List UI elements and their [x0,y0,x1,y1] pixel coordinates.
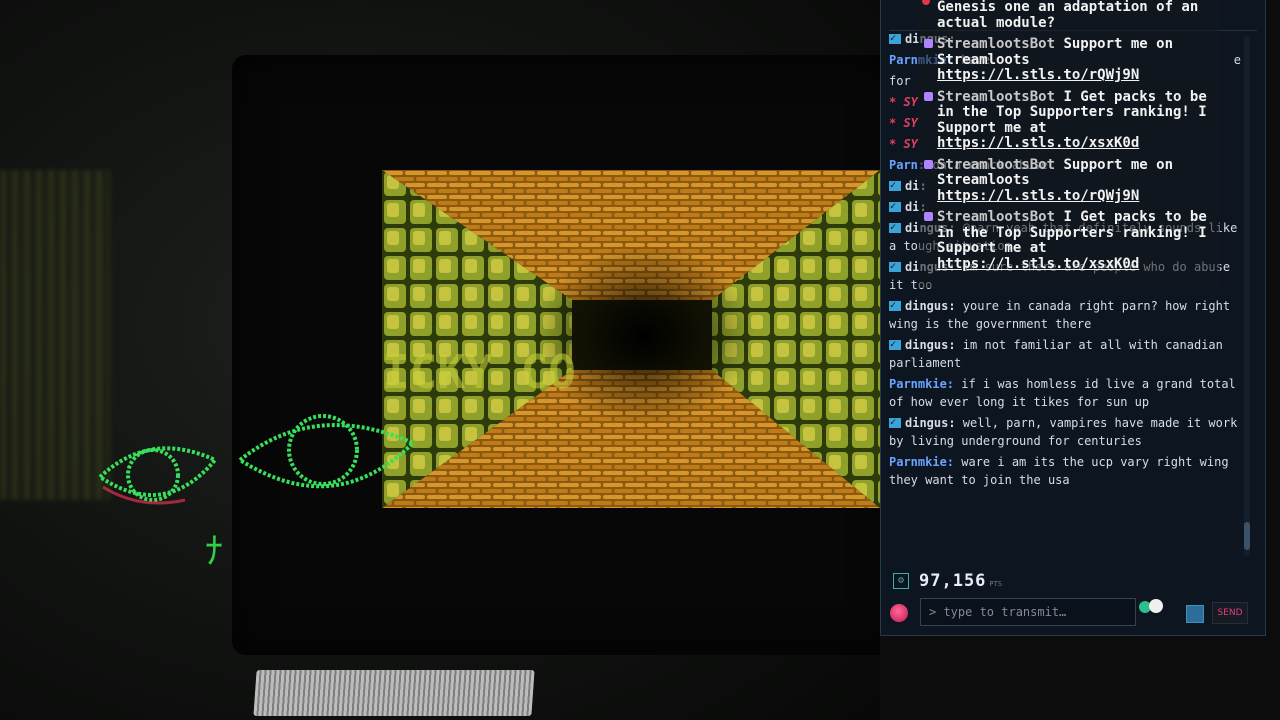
chat-scrollbar[interactable] [1244,36,1250,556]
chat-username[interactable]: * SY [889,137,918,151]
eyes-graphic: ﾅ [96,414,417,572]
game-viewport: ICKY CO [382,170,880,508]
streamloots-message: Genesis one an adaptation of an actual m… [918,0,1220,31]
verified-badge-icon [889,198,901,216]
streamloots-icon [924,39,933,48]
streamloots-link[interactable]: https://l.stls.to/rQWj9N [937,67,1139,83]
chat-message: dingus: well, parn, vampires have made i… [889,414,1241,450]
chat-username[interactable]: * SY [889,116,918,130]
streamloots-link[interactable]: https://l.stls.to/rQWj9N [937,188,1139,204]
streamloots-link[interactable]: https://l.stls.to/xsxK0d [937,135,1139,151]
scrollbar-thumb[interactable] [1244,522,1250,550]
chat-input[interactable] [921,599,1087,625]
streamloots-bot-name: StreamlootsBot [937,88,1056,105]
chat-username[interactable]: dingus: [905,338,963,352]
streamloots-icon [924,212,933,221]
keyboard-key [253,670,535,716]
verified-badge-icon [889,30,901,48]
chat-input-row: SEND [890,598,1250,628]
points-display: ⚙ 97,156 PTS [893,568,1002,594]
streamloots-message: StreamlootsBot Support me on Streamloots… [918,36,1220,84]
chat-username[interactable]: Parnmkie: [889,455,961,469]
streamloots-message: StreamlootsBot Support me on Streamloots… [918,156,1220,205]
avatar[interactable] [890,604,908,622]
verified-badge-icon [889,258,901,276]
verified-badge-icon [889,219,901,237]
stream-scene: ICKY CO ﾅ [0,0,880,720]
chat-username[interactable]: dingus: [905,416,963,430]
chat-message: Parnmkie: ware i am its the ucp vary rig… [889,453,1241,489]
chat-message: Parnmkie: if i was homless id live a gra… [889,375,1241,411]
streamloots-icon [922,0,930,5]
streamloots-message: StreamlootsBot I Get packs to be in the … [918,88,1220,152]
glitch-text: ICKY CO [382,345,576,399]
points-value: 97,156 [919,571,987,591]
streamloots-bot-name: StreamlootsBot [937,36,1056,52]
streamloots-icon [924,91,933,101]
chat-username[interactable]: * SY [889,95,918,109]
streamloots-message: StreamlootsBot I Get packs to be in the … [918,209,1220,272]
streamloots-bot-name: StreamlootsBot [937,156,1056,173]
chat-username[interactable]: Parnmkie: [889,377,961,391]
streamloots-icon [924,159,933,169]
chat-bubble-icon[interactable] [1149,599,1163,613]
verified-badge-icon [889,336,901,354]
chat-message-trail: e [1233,53,1241,67]
chat-input-box[interactable] [920,598,1163,626]
streamloots-text: Genesis one an adaptation of an actual m… [937,0,1199,31]
streamloots-link[interactable]: https://l.stls.to/xsxK0d [937,256,1139,272]
streamloots-bot-name: StreamlootsBot [937,209,1056,225]
chat-message: dingus: youre in canada right parn? how … [889,297,1241,333]
keyboard-glyph: ﾅ [205,531,223,572]
chat-message: dingus: im not familiar at all with cana… [889,336,1241,372]
streamloots-overlay: Genesis one an adaptation of an actual m… [918,0,1220,288]
points-icon: ⚙ [893,573,909,589]
side-glow [0,170,110,500]
dungeon-corridor-graphic: ICKY CO [382,170,880,508]
verified-badge-icon [889,297,901,315]
verified-badge-icon [889,177,901,195]
points-unit: PTS [989,580,1003,588]
send-button[interactable]: SEND [1212,602,1248,624]
verified-badge-icon [889,414,901,432]
chat-username[interactable]: dingus: [905,299,963,313]
chat-message-text: for [889,74,911,88]
settings-square-button[interactable] [1186,605,1204,623]
